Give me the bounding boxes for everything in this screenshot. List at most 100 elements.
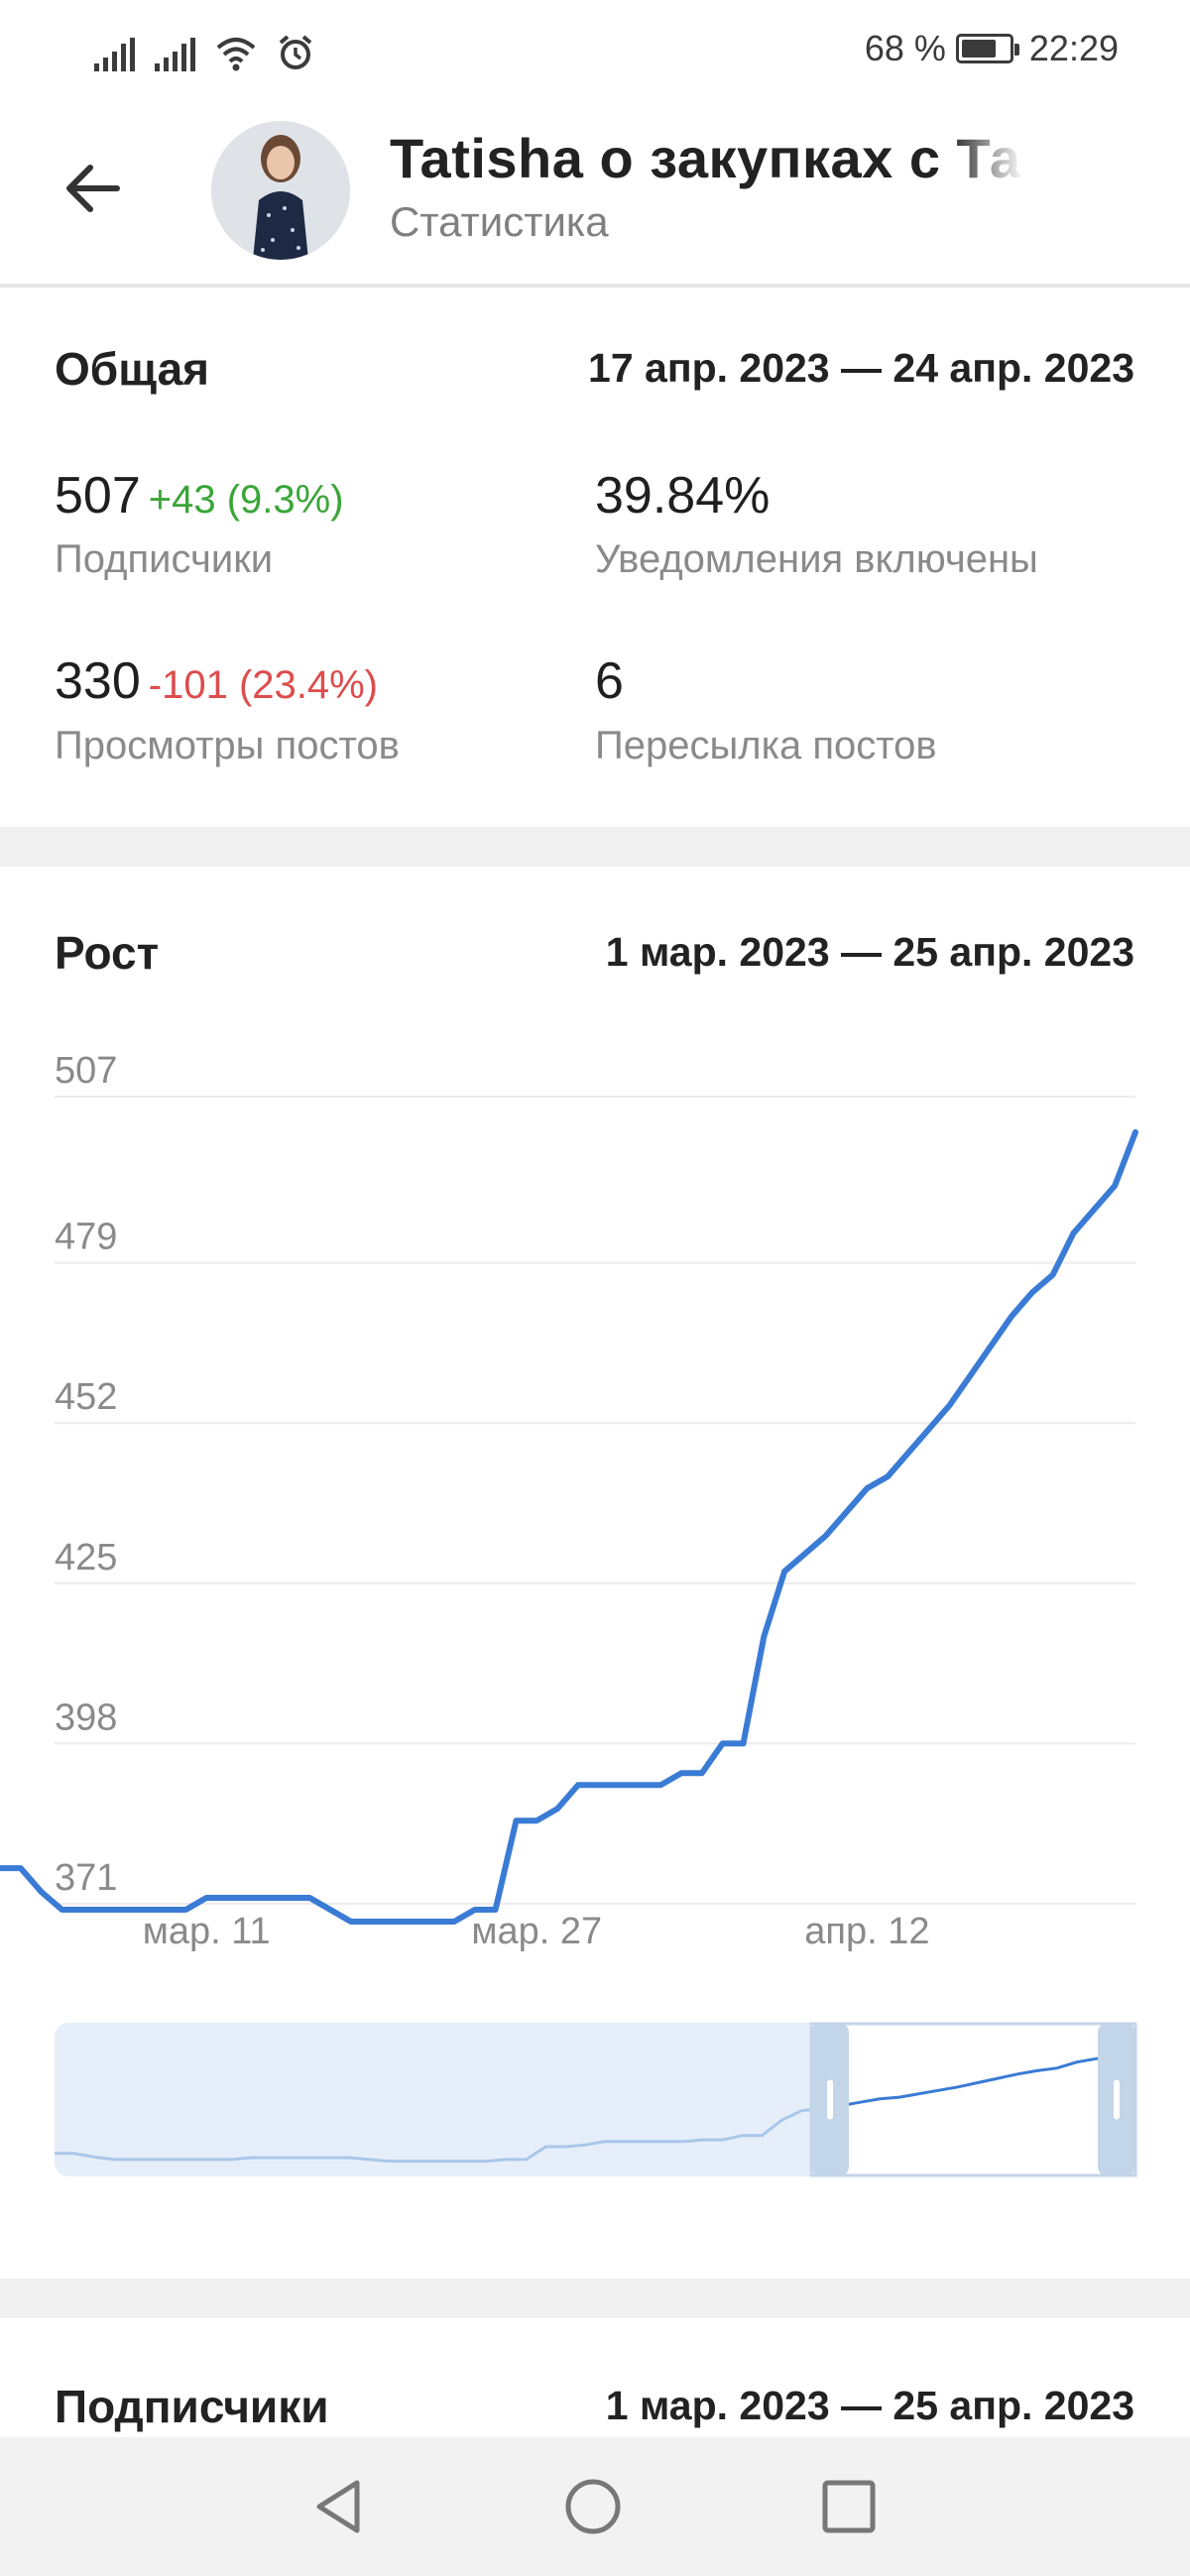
views-count: 330	[55, 652, 141, 710]
data-point	[121, 1907, 127, 1913]
subscribers-count: 507	[55, 467, 141, 525]
data-point	[1009, 1313, 1014, 1319]
nav-home-icon[interactable]	[563, 2477, 623, 2536]
channel-avatar[interactable]	[211, 121, 350, 260]
data-point	[245, 1895, 251, 1901]
y-tick-label: 371	[55, 1857, 117, 1899]
data-point	[988, 1343, 994, 1348]
status-icons-right: 68 % 22:29	[865, 28, 1119, 69]
data-point	[18, 1865, 24, 1871]
data-point	[802, 1551, 808, 1557]
data-point	[554, 1806, 560, 1812]
subscribers-label: Подписчики	[55, 537, 274, 581]
overview-title: Общая	[55, 343, 209, 395]
app-header: Tatisha о закупках с Та Статистика	[0, 99, 1190, 288]
data-point	[306, 1895, 312, 1901]
data-point	[575, 1782, 581, 1788]
navigator-window	[811, 2023, 1135, 2176]
y-tick-label: 507	[55, 1050, 117, 1092]
wifi-icon	[216, 38, 256, 71]
section-divider-2	[0, 2279, 1190, 2318]
data-point	[59, 1907, 64, 1913]
data-point	[286, 1895, 292, 1901]
data-point	[430, 1919, 436, 1925]
data-point	[967, 1372, 973, 1378]
nav-recents-icon[interactable]	[819, 2477, 879, 2536]
growth-title: Рост	[55, 927, 160, 979]
data-point	[864, 1485, 870, 1491]
data-point	[1091, 1207, 1097, 1213]
data-point	[79, 1907, 85, 1913]
nav-back-icon[interactable]	[309, 2477, 369, 2536]
data-point	[327, 1907, 333, 1913]
subscribers-range[interactable]: 1 мар. 2023 — 25 апр. 2023	[606, 2383, 1134, 2429]
data-point	[1071, 1230, 1077, 1236]
data-point	[905, 1450, 911, 1456]
data-point	[100, 1907, 106, 1913]
data-point	[513, 1817, 519, 1823]
back-arrow-icon[interactable]	[58, 154, 127, 223]
data-point	[740, 1740, 746, 1746]
notifications-value: 39.84%	[595, 467, 771, 525]
alarm-icon	[279, 35, 312, 69]
data-point	[369, 1919, 375, 1925]
data-point	[844, 1509, 850, 1515]
battery-percent: 68 %	[864, 28, 946, 68]
subscribers-title: Подписчики	[55, 2381, 329, 2432]
page-subtitle: Статистика	[390, 198, 609, 245]
data-point	[348, 1919, 354, 1925]
data-point	[617, 1782, 623, 1788]
y-tick-label: 452	[55, 1376, 117, 1418]
data-point	[39, 1889, 45, 1895]
overview-range: 17 апр. 2023 — 24 апр. 2023	[588, 345, 1134, 391]
data-point	[1132, 1129, 1138, 1135]
notifications-label: Уведомления включены	[595, 537, 1038, 581]
data-point	[637, 1782, 643, 1788]
data-point	[947, 1402, 953, 1408]
subscribers-value: 507 +43 (9.3%)	[55, 466, 344, 526]
views-value: 330 -101 (23.4%)	[55, 651, 378, 711]
status-icons-left	[94, 28, 314, 71]
shares-value: 6	[595, 652, 624, 710]
data-point	[1050, 1272, 1056, 1278]
y-tick-label: 425	[55, 1537, 117, 1579]
signal-icon	[94, 36, 135, 71]
data-point	[720, 1740, 726, 1746]
growth-chart[interactable]: 507 479 452 425 398 371 мар. 11 мар. 27 апр. 12	[0, 1021, 1190, 2211]
data-point	[699, 1770, 705, 1776]
data-point	[657, 1782, 663, 1788]
data-point	[596, 1782, 602, 1788]
x-tick-label: апр. 12	[804, 1911, 929, 1952]
growth-line	[0, 1128, 1138, 1925]
data-point	[781, 1569, 787, 1575]
shares-label: Пересылка постов	[595, 724, 937, 767]
x-tick-label: мар. 27	[471, 1911, 602, 1952]
data-point	[390, 1919, 396, 1925]
data-point	[266, 1895, 272, 1901]
data-point	[534, 1817, 539, 1823]
clock: 22:29	[1028, 28, 1119, 68]
section-divider	[0, 827, 1190, 867]
data-point	[451, 1919, 457, 1925]
y-tick-label: 398	[55, 1697, 117, 1738]
handle-grip	[827, 2079, 833, 2120]
avatar-image	[211, 121, 350, 260]
data-point	[1029, 1290, 1035, 1296]
subscribers-delta: +43 (9.3%)	[148, 478, 344, 522]
views-delta: -101 (23.4%)	[148, 663, 378, 707]
status-bar: 68 % 22:29	[0, 0, 1190, 99]
data-point	[885, 1473, 891, 1479]
data-point	[1112, 1183, 1118, 1189]
growth-range[interactable]: 1 мар. 2023 — 25 апр. 2023	[606, 929, 1134, 976]
channel-title[interactable]: Tatisha о закупках с Та	[390, 126, 1024, 190]
signal-icon-2	[155, 36, 195, 71]
battery-icon	[955, 34, 1019, 63]
x-tick-label: мар. 11	[143, 1911, 271, 1952]
data-point	[823, 1533, 829, 1539]
handle-grip	[1114, 2079, 1120, 2120]
data-point	[761, 1634, 767, 1640]
data-point	[203, 1895, 209, 1901]
views-label: Просмотры постов	[55, 724, 400, 767]
data-point	[224, 1895, 230, 1901]
data-point	[410, 1919, 416, 1925]
